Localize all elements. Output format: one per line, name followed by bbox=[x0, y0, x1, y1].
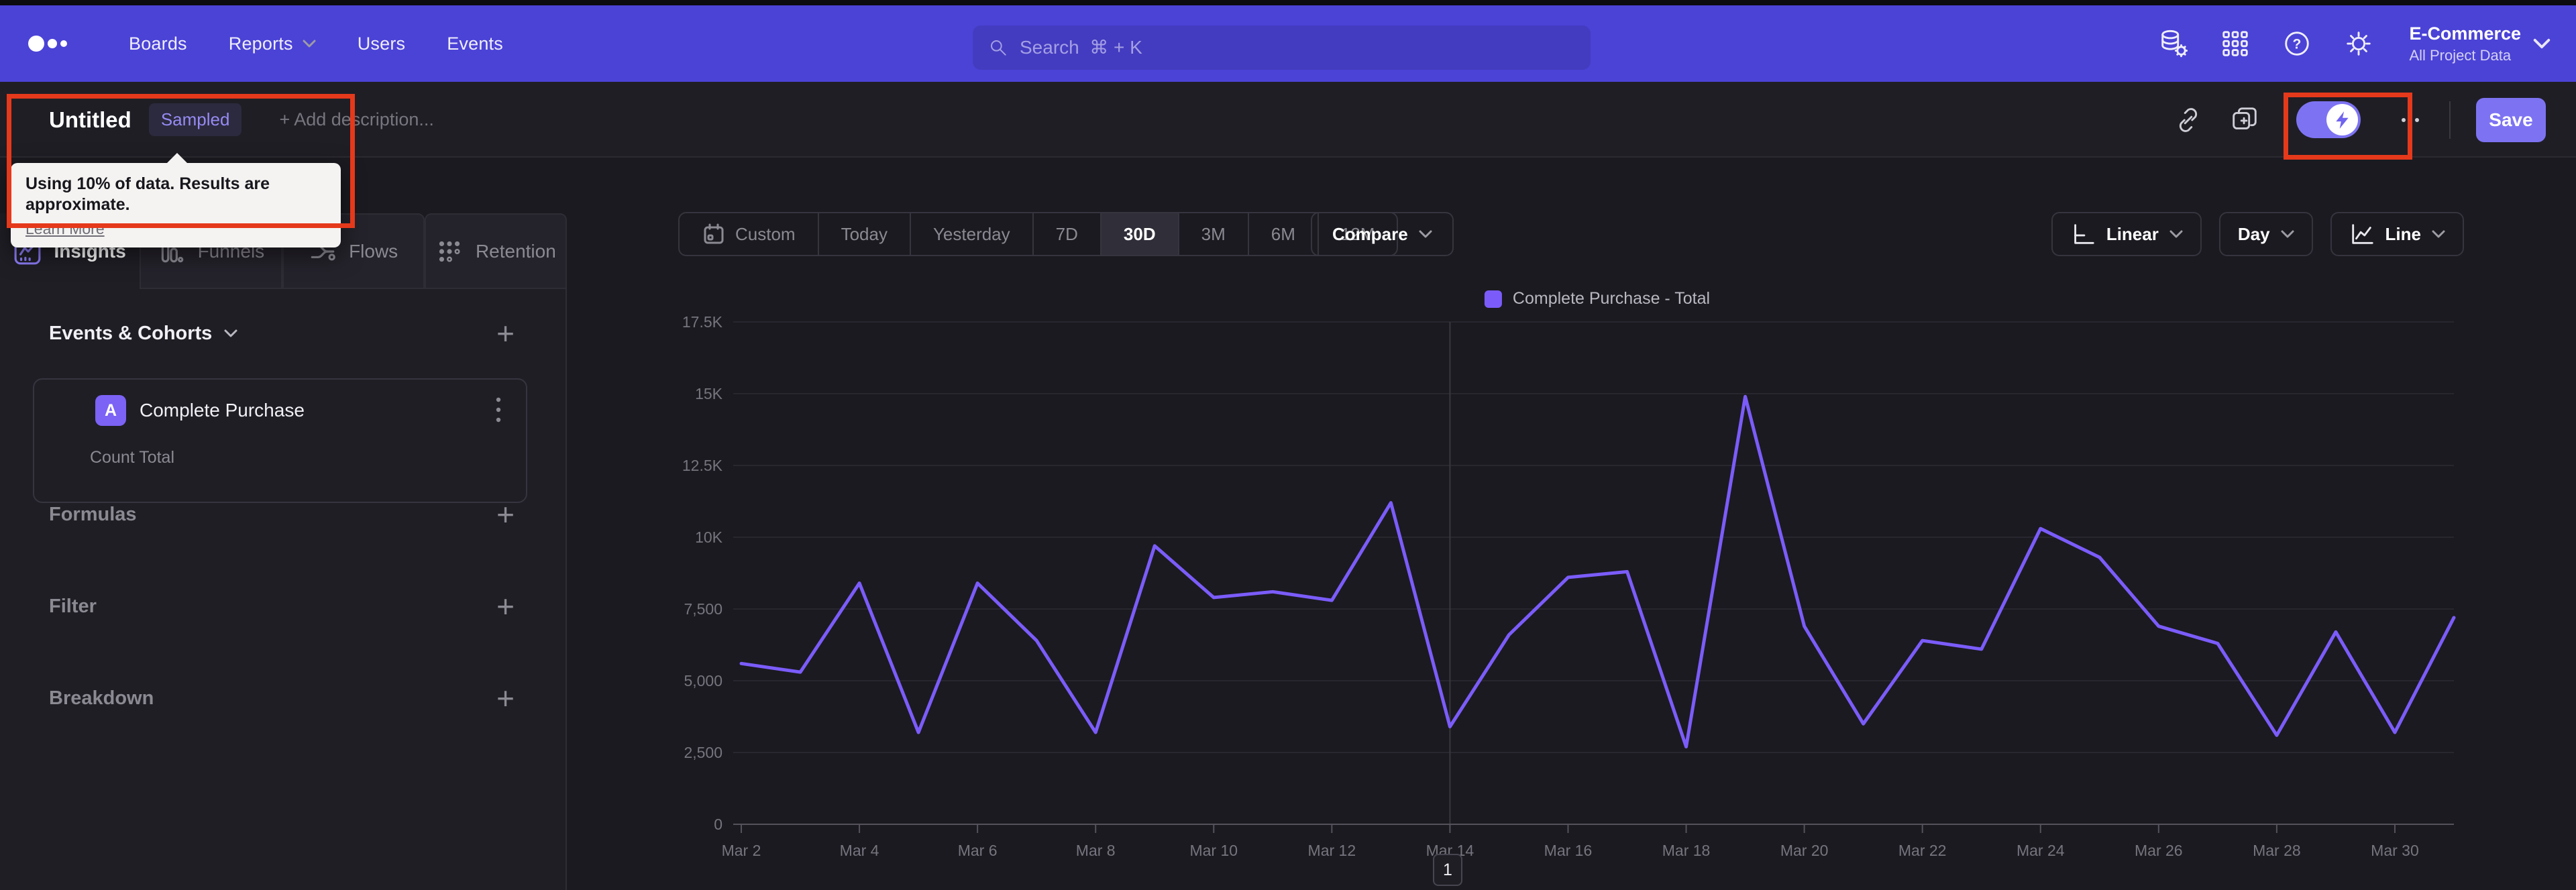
svg-text:Mar 4: Mar 4 bbox=[840, 842, 879, 859]
add-description-button[interactable]: + Add description... bbox=[279, 109, 433, 130]
svg-text:Mar 12: Mar 12 bbox=[1308, 842, 1356, 859]
search-icon bbox=[991, 40, 1006, 56]
help-icon[interactable]: ? bbox=[2282, 28, 2312, 59]
add-to-board-icon[interactable] bbox=[2229, 105, 2260, 135]
tooltip-message: Using 10% of data. Results are approxima… bbox=[25, 174, 270, 215]
more-options-icon[interactable] bbox=[2397, 107, 2424, 133]
lightning-bolt-icon bbox=[2335, 111, 2349, 129]
event-card[interactable]: A Complete Purchase Count Total bbox=[33, 378, 527, 503]
data-management-icon[interactable] bbox=[2158, 28, 2189, 59]
nav-item-events-label: Events bbox=[447, 33, 503, 54]
nav-item-events[interactable]: Events bbox=[447, 34, 503, 54]
svg-text:0: 0 bbox=[714, 816, 722, 833]
filter-section-label: Filter bbox=[49, 595, 97, 617]
chevron-down-icon bbox=[2533, 38, 2551, 49]
query-builder-panel: Events & Cohorts + A Complete Purchase C… bbox=[0, 289, 567, 890]
sampling-tooltip: Using 10% of data. Results are approxima… bbox=[11, 153, 341, 247]
chevron-down-icon bbox=[303, 40, 316, 48]
sampled-badge[interactable]: Sampled bbox=[148, 103, 242, 136]
svg-text:?: ? bbox=[2293, 37, 2302, 52]
nav-item-reports[interactable]: Reports bbox=[229, 34, 316, 54]
svg-text:Mar 28: Mar 28 bbox=[2253, 842, 2301, 859]
event-name[interactable]: Complete Purchase bbox=[140, 400, 305, 421]
svg-text:Mar 2: Mar 2 bbox=[722, 842, 761, 859]
svg-text:Mar 6: Mar 6 bbox=[958, 842, 998, 859]
nav-item-boards[interactable]: Boards bbox=[129, 34, 187, 54]
settings-gear-icon[interactable] bbox=[2343, 28, 2374, 59]
sampling-toggle[interactable] bbox=[2296, 101, 2361, 138]
copy-link-icon[interactable] bbox=[2173, 105, 2204, 135]
svg-text:Mar 16: Mar 16 bbox=[1544, 842, 1593, 859]
line-chart[interactable]: 0 2,500 5,000 7,500 10K 12.5K 15K 17.5K Mar 2 Mar… bbox=[567, 158, 2576, 890]
svg-text:Mar 18: Mar 18 bbox=[1662, 842, 1711, 859]
add-event-button[interactable]: + bbox=[496, 318, 515, 349]
svg-text:Mar 26: Mar 26 bbox=[2135, 842, 2183, 859]
svg-text:Mar 24: Mar 24 bbox=[2017, 842, 2065, 859]
top-nav: Boards Reports Users Events ? E-Commerce… bbox=[0, 5, 2576, 82]
events-cohorts-label: Events & Cohorts bbox=[49, 322, 213, 344]
event-series-badge: A bbox=[95, 395, 126, 426]
tab-flows-label: Flows bbox=[349, 240, 398, 262]
events-cohorts-header[interactable]: Events & Cohorts bbox=[49, 323, 237, 345]
svg-text:Mar 20: Mar 20 bbox=[1780, 842, 1829, 859]
mixpanel-insights-app: Boards Reports Users Events ? E-Commerce… bbox=[0, 0, 2576, 890]
apps-grid-icon[interactable] bbox=[2220, 28, 2251, 59]
search-input[interactable] bbox=[1020, 37, 1556, 58]
nav-item-users-label: Users bbox=[357, 33, 406, 54]
svg-text:5,000: 5,000 bbox=[684, 672, 722, 689]
project-scope: All Project Data bbox=[2409, 46, 2512, 64]
chevron-down-icon bbox=[224, 329, 237, 337]
project-name: E-Commerce bbox=[2409, 23, 2521, 44]
report-toolbar: Untitled Sampled + Add description... Sa… bbox=[0, 82, 2576, 158]
save-button[interactable]: Save bbox=[2476, 97, 2546, 142]
nav-item-boards-label: Boards bbox=[129, 33, 187, 54]
search-bar[interactable] bbox=[973, 25, 1591, 70]
svg-text:Mar 30: Mar 30 bbox=[2371, 842, 2419, 859]
svg-text:12.5K: 12.5K bbox=[682, 457, 723, 474]
svg-text:7,500: 7,500 bbox=[684, 600, 722, 618]
svg-text:Mar 22: Mar 22 bbox=[1898, 842, 1947, 859]
chart-panel: Custom Today Yesterday 7D 30D 3M 6M 12M … bbox=[567, 158, 2576, 890]
learn-more-link[interactable]: Learn More bbox=[25, 220, 105, 238]
add-formula-button[interactable]: + bbox=[496, 499, 515, 530]
svg-text:17.5K: 17.5K bbox=[682, 313, 723, 331]
nav-item-reports-label: Reports bbox=[228, 33, 293, 54]
toggle-knob bbox=[2326, 104, 2358, 135]
breakdown-section-label: Breakdown bbox=[49, 687, 154, 709]
retention-icon bbox=[439, 241, 460, 262]
formulas-section-label: Formulas bbox=[49, 503, 137, 525]
tab-retention-label: Retention bbox=[475, 240, 556, 262]
toolbar-divider bbox=[2449, 101, 2451, 139]
svg-text:Mar 10: Mar 10 bbox=[1189, 842, 1238, 859]
svg-text:15K: 15K bbox=[695, 385, 723, 402]
tab-retention[interactable]: Retention bbox=[424, 213, 567, 289]
nav-item-users[interactable]: Users bbox=[358, 34, 406, 54]
svg-text:Mar 8: Mar 8 bbox=[1076, 842, 1116, 859]
svg-text:10K: 10K bbox=[695, 529, 723, 546]
report-title[interactable]: Untitled bbox=[49, 107, 131, 133]
event-metric[interactable]: Count Total bbox=[90, 448, 174, 467]
pagination-page-button[interactable]: 1 bbox=[1433, 854, 1462, 886]
svg-text:2,500: 2,500 bbox=[684, 744, 722, 761]
window-edge bbox=[0, 0, 2576, 5]
add-filter-button[interactable]: + bbox=[496, 591, 515, 622]
project-selector[interactable]: E-Commerce All Project Data bbox=[2409, 23, 2551, 64]
event-kebab-menu-icon[interactable] bbox=[495, 394, 502, 425]
add-breakdown-button[interactable]: + bbox=[496, 683, 515, 714]
mixpanel-logo-icon[interactable] bbox=[27, 30, 87, 57]
